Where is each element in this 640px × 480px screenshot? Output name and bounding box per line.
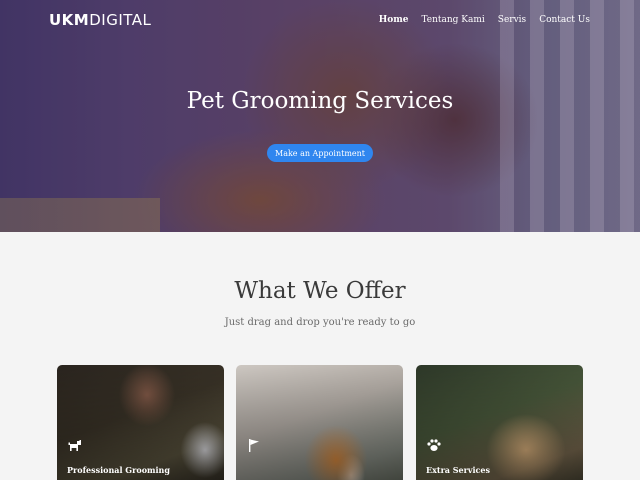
main-nav: Home Tentang Kami Servis Contact Us (379, 15, 590, 25)
hero-overlay (0, 0, 640, 232)
card-shade (57, 365, 224, 480)
card-shade (416, 365, 583, 480)
service-card-2[interactable] (236, 365, 403, 480)
paw-icon (426, 437, 442, 453)
card-shade (236, 365, 403, 480)
service-card-professional-grooming[interactable]: Professional Grooming (57, 365, 224, 480)
nav-tentang-kami[interactable]: Tentang Kami (421, 15, 484, 25)
flag-icon (246, 437, 262, 453)
logo-light-text: DIGITAL (89, 11, 152, 29)
site-logo[interactable]: UKMDIGITAL (49, 11, 151, 29)
nav-servis[interactable]: Servis (498, 15, 526, 25)
logo-bold-text: UKM (49, 11, 90, 29)
make-appointment-button[interactable]: Make an Appointment (267, 144, 373, 162)
card-label: Professional Grooming (67, 465, 170, 475)
dog-icon (67, 437, 83, 453)
hero-title: Pet Grooming Services (186, 88, 454, 114)
hero-section: UKMDIGITAL Home Tentang Kami Servis Cont… (0, 0, 640, 232)
offer-subtitle: Just drag and drop you're ready to go (224, 317, 416, 328)
card-label: Extra Services (426, 465, 490, 475)
service-card-extra-services[interactable]: Extra Services (416, 365, 583, 480)
offer-title: What We Offer (234, 278, 406, 304)
nav-contact-us[interactable]: Contact Us (539, 15, 590, 25)
nav-home[interactable]: Home (379, 15, 409, 25)
